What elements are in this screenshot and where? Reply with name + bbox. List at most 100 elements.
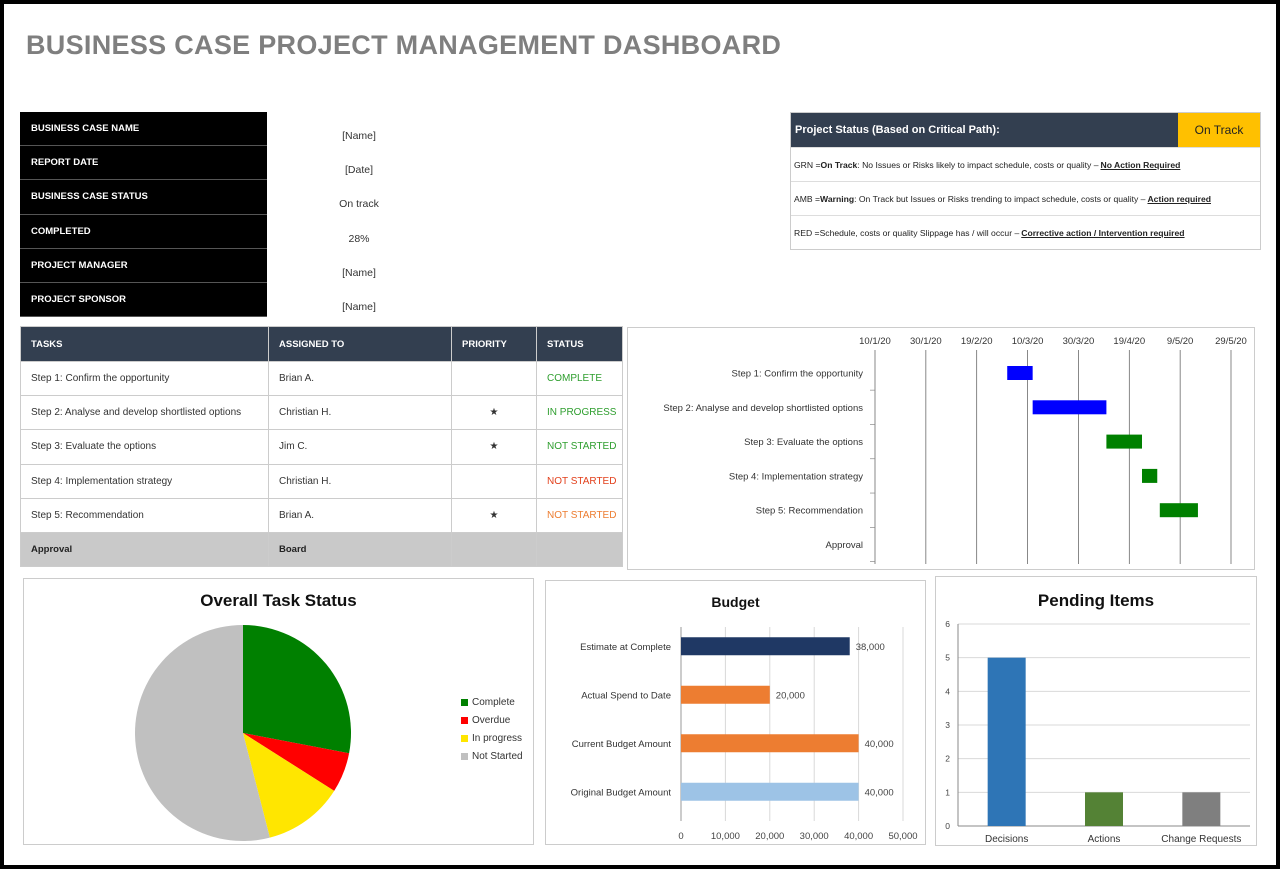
pending-y-tick: 3 [945,720,950,730]
info-label: BUSINESS CASE NAME [20,112,267,147]
info-row: REPORT DATE [Date] [20,146,451,181]
gantt-bar [1032,400,1107,415]
project-status-panel: Project Status (Based on Critical Path):… [790,112,1261,250]
tasks-header-row: TASKS ASSIGNED TO PRIORITY STATUS [20,326,623,362]
task-row: Step 3: Evaluate the options Jim C. ★ NOT S… [20,429,623,465]
legend-label: In progress [472,732,523,744]
pending-items-panel: Pending Items 0 1 2 3 4 5 6 Decisions Actions Cha… [935,576,1257,846]
info-row: PROJECT MANAGER [Name] [20,248,451,283]
budget-x-tick: 20,000 [755,831,784,842]
status-code: GRN = [794,159,821,170]
gantt-x-tick: 10/1/20 [859,336,891,347]
priority-star-icon: ★ [451,497,537,533]
task-name: Step 5: Recommendation [20,497,269,533]
dashboard-page: BUSINESS CASE PROJECT MANAGEMENT DASHBOA… [4,4,1276,865]
priority-star-icon [451,463,537,499]
status-description: : No Issues or Risks likely to impact sc… [857,159,1099,170]
gantt-x-tick: 19/2/20 [961,336,993,347]
approval-row: Approval Board [20,531,623,568]
task-status: NOT STARTED [536,463,623,499]
task-status-panel: Overall Task Status Complete Overdue In pr… [23,578,534,845]
pending-y-tick: 6 [945,619,950,629]
info-row: PROJECT SPONSOR [Name] [20,282,451,318]
info-label: PROJECT SPONSOR [20,282,267,318]
pie-legend-item: Not Started [461,747,523,765]
gantt-bar [1159,503,1198,518]
info-label: PROJECT MANAGER [20,248,267,283]
gantt-x-tick: 29/5/20 [1215,336,1247,347]
task-name: Step 4: Implementation strategy [20,463,269,499]
status-legend-row: AMB = Warning: On Track but Issues or Ri… [791,181,1260,215]
pie-legend-item: Complete [461,693,523,711]
gantt-task-label: Step 1: Confirm the opportunity [732,369,864,380]
task-assignee: Brian A. [268,497,452,533]
info-table: BUSINESS CASE NAME [Name] REPORT DATE [Date… [20,112,451,318]
budget-x-tick: 40,000 [844,831,873,842]
legend-swatch [461,734,468,742]
status-legend-row: RED = Schedule, costs or quality Slippag… [791,215,1260,249]
pending-bar [1085,792,1123,826]
project-status-label: Project Status (Based on Critical Path): [791,113,1178,147]
gantt-task-label: Approval [826,540,864,551]
info-value: 28% [348,232,370,245]
status-legend-row: GRN = On Track: No Issues or Risks likel… [791,147,1260,181]
pending-y-tick: 2 [945,754,950,764]
pending-y-tick: 4 [945,686,950,696]
gantt-task-label: Step 3: Evaluate the options [744,437,863,448]
gantt-task-label: Step 2: Analyse and develop shortlisted … [663,403,863,414]
status-action: Action required [1147,193,1211,204]
status-code: RED = [794,227,820,238]
task-row: Step 5: Recommendation Brian A. ★ NOT START… [20,497,623,533]
header-assigned-to: ASSIGNED TO [268,326,452,362]
status-name: On Track [820,159,858,170]
priority-star-icon [451,360,537,397]
budget-chart: 0 10,000 20,000 30,000 40,000 50,000 Estimate … [571,627,918,842]
info-value: [Name] [342,130,376,143]
budget-category-label: Current Budget Amount [572,739,672,750]
task-status: NOT STARTED [536,497,623,533]
status-name: Warning [820,193,855,204]
budget-x-tick: 30,000 [800,831,829,842]
pending-bar [987,657,1026,826]
approval-status [536,531,623,568]
task-assignee: Christian H. [268,463,452,499]
status-description: Schedule, costs or quality Slippage has … [819,227,1020,238]
budget-x-tick: 50,000 [888,831,917,842]
task-assignee: Brian A. [268,360,452,397]
pie-legend-item: Overdue [461,711,523,729]
budget-bar [681,637,850,656]
approval-assignee: Board [268,531,452,568]
gantt-x-tick: 30/1/20 [910,336,942,347]
budget-value-label: 38,000 [856,642,885,653]
task-name: Step 3: Evaluate the options [20,429,269,465]
header-tasks: TASKS [20,326,269,362]
header-status: STATUS [536,326,623,362]
info-label: COMPLETED [20,214,267,249]
pending-category-label: Actions [1088,834,1121,845]
tasks-table: TASKS ASSIGNED TO PRIORITY STATUS Step 1… [20,326,623,568]
task-row: Step 1: Confirm the opportunity Brian A. C… [20,360,623,397]
budget-value-label: 40,000 [865,739,894,750]
pending-category-label: Change Requests [1161,834,1241,845]
budget-value-label: 40,000 [865,787,894,798]
info-row: BUSINESS CASE STATUS On track [20,180,451,215]
task-status: NOT STARTED [536,429,623,465]
info-row: BUSINESS CASE NAME [Name] [20,112,451,147]
budget-category-label: Estimate at Complete [580,642,671,653]
project-status-badge: On Track [1178,113,1260,147]
status-code: AMB = [794,193,821,204]
budget-panel: Budget 0 10,000 20,000 30,000 40,000 50,000 Es… [545,580,926,845]
legend-label: Not Started [472,750,523,762]
status-action: No Action Required [1100,159,1181,170]
status-description: : On Track but Issues or Risks trending … [854,193,1146,204]
priority-star-icon: ★ [451,429,537,465]
pending-y-tick: 0 [945,821,950,831]
budget-category-label: Actual Spend to Date [581,690,671,701]
gantt-x-tick: 30/3/20 [1063,336,1095,347]
gantt-bar [1007,366,1033,380]
task-row: Step 4: Implementation strategy Christian… [20,463,623,499]
info-value: On track [339,198,379,211]
legend-label: Complete [472,696,515,708]
info-row: COMPLETED 28% [20,214,451,249]
pending-y-tick: 1 [945,787,950,797]
